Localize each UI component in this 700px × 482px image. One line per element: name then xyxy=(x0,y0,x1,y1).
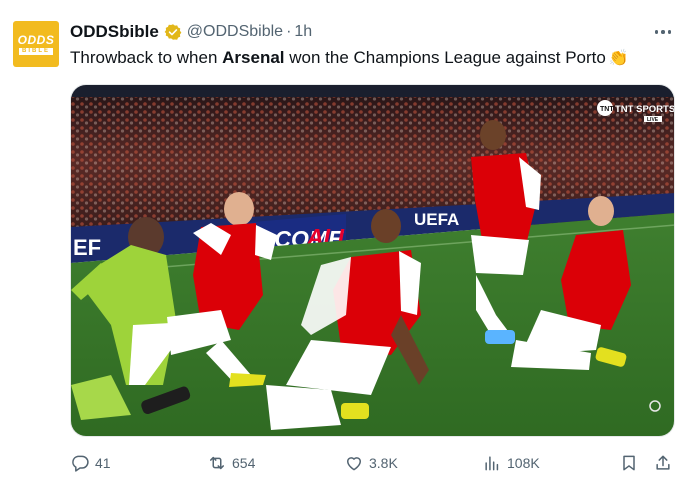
separator-dot: · xyxy=(286,23,292,40)
avatar[interactable]: ODDS BIBLE xyxy=(13,21,59,67)
svg-text:TNT: TNT xyxy=(600,106,614,113)
author-name[interactable]: ODDSbible xyxy=(70,22,159,42)
broadcaster-name: TNT SPORTS 1 xyxy=(615,104,675,115)
post-time[interactable]: 1h xyxy=(294,23,312,41)
tweet-text-start: Throwback to when xyxy=(70,48,223,67)
like-button[interactable]: 3.8K xyxy=(344,451,398,475)
author-handle[interactable]: @ODDSbible xyxy=(187,23,283,41)
more-icon[interactable] xyxy=(651,23,675,41)
tweet-text: Throwback to when Arsenal won the Champi… xyxy=(70,46,629,71)
avatar-text-top: ODDS xyxy=(17,32,55,47)
repost-icon xyxy=(210,456,224,470)
live-badge: LIVE xyxy=(647,117,659,123)
like-icon xyxy=(347,457,361,471)
bookmark-icon xyxy=(623,455,635,471)
views-button[interactable]: 108K xyxy=(482,451,540,475)
reply-icon xyxy=(72,455,89,472)
tweet-text-bold: Arsenal xyxy=(222,48,285,67)
clap-emoji: 👏 xyxy=(608,50,629,67)
views-count: 108K xyxy=(507,455,540,471)
celebration-photo: ELCOME ALL UEFA EF TNT TNT SPORTS 1 LIVE xyxy=(71,85,675,436)
bookmark-button[interactable] xyxy=(619,451,639,475)
verified-badge-icon[interactable] xyxy=(164,23,182,41)
repost-button[interactable]: 654 xyxy=(207,451,255,475)
tweet-text-end: won the Champions League against Porto xyxy=(284,48,606,67)
share-button[interactable] xyxy=(653,451,673,475)
avatar-text-bottom: BIBLE xyxy=(19,47,53,55)
views-icon xyxy=(485,456,499,471)
tweet-header: ODDSbible @ODDSbible · 1h xyxy=(70,21,312,43)
share-icon xyxy=(656,455,670,470)
board-text-uefa: UEFA xyxy=(414,210,459,229)
tweet-media[interactable]: ELCOME ALL UEFA EF TNT TNT SPORTS 1 LIVE xyxy=(70,84,675,437)
action-bar: 41 654 3.8K 108K xyxy=(0,451,700,475)
reply-count: 41 xyxy=(95,455,111,471)
repost-count: 654 xyxy=(232,455,256,471)
like-count: 3.8K xyxy=(369,455,398,471)
tweet[interactable]: ODDS BIBLE ODDSbible @ODDSbible · 1h Thr… xyxy=(0,0,700,482)
reply-button[interactable]: 41 xyxy=(70,451,111,475)
board-text-left: EF xyxy=(73,235,101,260)
